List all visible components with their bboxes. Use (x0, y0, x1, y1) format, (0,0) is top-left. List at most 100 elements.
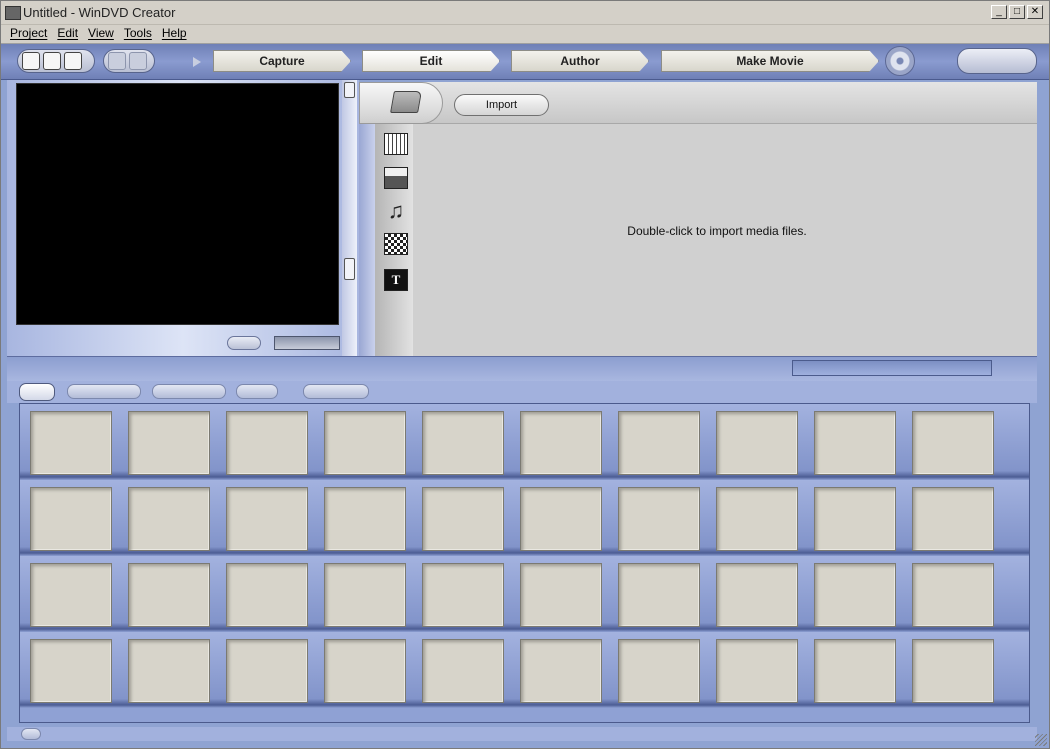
storyboard-row (20, 480, 1029, 556)
storyboard-slot[interactable] (128, 487, 210, 551)
storyboard-slot[interactable] (912, 563, 994, 627)
library-divider[interactable] (359, 124, 375, 356)
storyboard-slot[interactable] (716, 411, 798, 475)
storyboard-slot[interactable] (716, 639, 798, 703)
menu-project[interactable]: Project (5, 25, 52, 43)
storyboard-slot[interactable] (226, 487, 308, 551)
step-author[interactable]: Author (511, 50, 649, 72)
storyboard-slot[interactable] (618, 487, 700, 551)
transition-icon[interactable] (384, 233, 408, 255)
maximize-button[interactable]: □ (1009, 5, 1025, 19)
storyboard-slot[interactable] (520, 487, 602, 551)
storyboard-slot[interactable] (716, 563, 798, 627)
window-title: Untitled - WinDVD Creator (23, 5, 176, 20)
menu-view[interactable]: View (83, 25, 119, 43)
storyboard-slot[interactable] (520, 411, 602, 475)
storyboard-slot[interactable] (716, 487, 798, 551)
close-button[interactable]: ✕ (1027, 5, 1043, 19)
storyboard-row (20, 556, 1029, 632)
film-strip-icon[interactable] (384, 133, 408, 155)
storyboard-row (20, 404, 1029, 480)
image-icon[interactable] (384, 167, 408, 189)
storyboard-slot[interactable] (814, 639, 896, 703)
preview-screen (16, 83, 339, 325)
storyboard-slot[interactable] (814, 487, 896, 551)
storyboard-slot[interactable] (324, 411, 406, 475)
step-arrow-icon (193, 57, 201, 67)
storyboard-slot[interactable] (422, 487, 504, 551)
storyboard-row (20, 632, 1029, 708)
undo-redo-group (103, 49, 155, 73)
import-button[interactable]: Import (454, 94, 549, 116)
storyboard-grid (19, 403, 1030, 723)
app-window: Untitled - WinDVD Creator _ □ ✕ Project … (0, 0, 1050, 749)
bottom-bar (7, 727, 1037, 741)
storyboard-slot[interactable] (30, 487, 112, 551)
scroll-thumb[interactable] (344, 258, 355, 280)
storyboard-slot[interactable] (128, 639, 210, 703)
media-library-area[interactable]: Double-click to import media files. (413, 124, 1037, 356)
minimize-button[interactable]: _ (991, 5, 1007, 19)
title-text-icon[interactable]: T (384, 269, 408, 291)
storyboard-tool-group-2[interactable] (152, 384, 226, 399)
preview-timecode (274, 336, 340, 350)
storyboard-slot[interactable] (422, 411, 504, 475)
storyboard-tool-group-4[interactable] (303, 384, 369, 399)
storyboard-slot[interactable] (324, 639, 406, 703)
step-edit[interactable]: Edit (362, 50, 500, 72)
storyboard-slot[interactable] (814, 411, 896, 475)
storyboard-view-button[interactable] (19, 383, 55, 401)
storyboard-slot[interactable] (30, 411, 112, 475)
storyboard-slot[interactable] (912, 487, 994, 551)
storyboard-slot[interactable] (226, 639, 308, 703)
storyboard-slot[interactable] (30, 639, 112, 703)
storyboard-slot[interactable] (520, 563, 602, 627)
storyboard-slot[interactable] (422, 639, 504, 703)
storyboard-slot[interactable] (618, 411, 700, 475)
library-empty-message: Double-click to import media files. (627, 224, 807, 238)
window-controls: _ □ ✕ (991, 5, 1043, 19)
new-project-icon[interactable] (22, 52, 40, 70)
disc-icon (885, 46, 915, 76)
menu-help[interactable]: Help (157, 25, 192, 43)
storyboard-slot[interactable] (618, 639, 700, 703)
preview-scrollbar[interactable] (342, 80, 357, 356)
undo-icon[interactable] (108, 52, 126, 70)
music-note-icon[interactable]: ♫ (384, 200, 408, 222)
storyboard-slot[interactable] (912, 639, 994, 703)
storyboard-slot[interactable] (618, 563, 700, 627)
folder-icon (390, 91, 422, 113)
library-category-bar: ♫ T (375, 124, 413, 356)
storyboard-slot[interactable] (422, 563, 504, 627)
resize-grip[interactable] (1035, 734, 1047, 746)
redo-icon[interactable] (129, 52, 147, 70)
wizard-wand-button[interactable] (957, 48, 1037, 74)
library-folder-tab[interactable] (359, 82, 443, 124)
menu-tools[interactable]: Tools (119, 25, 157, 43)
storyboard-slot[interactable] (324, 487, 406, 551)
storyboard-slot[interactable] (814, 563, 896, 627)
storyboard-slot[interactable] (520, 639, 602, 703)
storyboard-slot[interactable] (324, 563, 406, 627)
app-icon (5, 6, 21, 20)
menu-bar: Project Edit View Tools Help (1, 25, 1049, 44)
storyboard-tool-group-3[interactable] (236, 384, 278, 399)
storyboard-slot[interactable] (226, 563, 308, 627)
storyboard-tool-group-1[interactable] (67, 384, 141, 399)
trash-icon[interactable] (21, 728, 41, 740)
preview-panel (7, 80, 359, 356)
step-capture[interactable]: Capture (213, 50, 351, 72)
step-make-movie[interactable]: Make Movie (661, 50, 879, 72)
file-button-group (17, 49, 95, 73)
open-project-icon[interactable] (43, 52, 61, 70)
scroll-thumb-top[interactable] (344, 82, 355, 98)
title-bar[interactable]: Untitled - WinDVD Creator _ □ ✕ (1, 1, 1049, 25)
storyboard-slot[interactable] (128, 411, 210, 475)
storyboard-slot[interactable] (128, 563, 210, 627)
storyboard-slot[interactable] (226, 411, 308, 475)
save-project-icon[interactable] (64, 52, 82, 70)
storyboard-slot[interactable] (912, 411, 994, 475)
storyboard-slot[interactable] (30, 563, 112, 627)
preview-play-button[interactable] (227, 336, 261, 350)
menu-edit[interactable]: Edit (52, 25, 83, 43)
